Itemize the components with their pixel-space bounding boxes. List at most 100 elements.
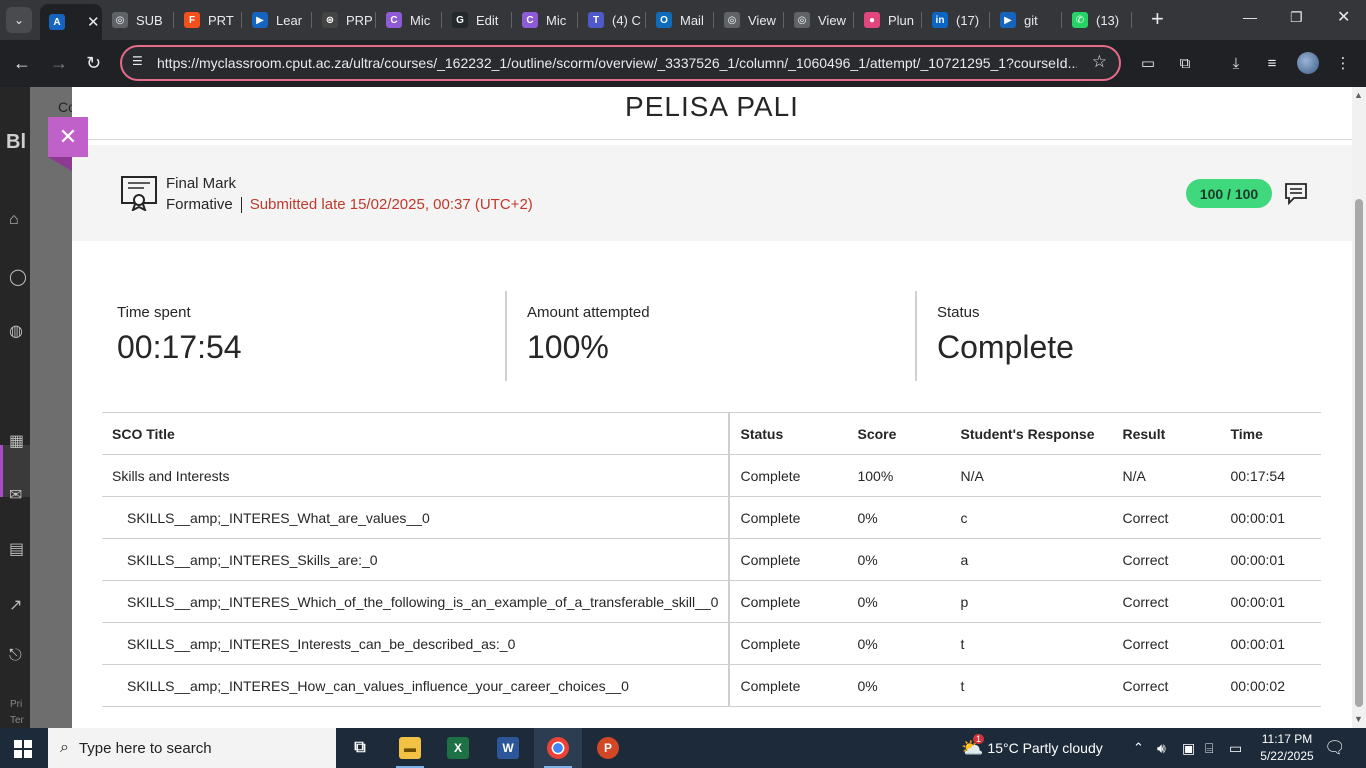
grades-icon[interactable]: ▤ bbox=[9, 539, 29, 559]
table-cell: N/A bbox=[950, 454, 1113, 497]
browser-tab[interactable]: T (4) C bbox=[578, 0, 646, 40]
tab-favicon-icon: A bbox=[49, 14, 65, 30]
new-tab-button[interactable]: + bbox=[1151, 8, 1164, 30]
table-cell: Correct bbox=[1112, 538, 1221, 581]
close-window-icon[interactable]: ✕ bbox=[1337, 7, 1350, 27]
tab-favicon-icon: O bbox=[656, 12, 672, 28]
tab-title: Lear bbox=[276, 12, 303, 28]
task-view-icon[interactable]: ⧉ bbox=[336, 728, 384, 768]
table-header-row: SCO Title Status Score Student's Respons… bbox=[102, 412, 1321, 455]
scrollbar[interactable]: ▲ ▼ bbox=[1352, 87, 1366, 728]
scroll-up-icon[interactable]: ▲ bbox=[1354, 90, 1363, 100]
minimize-icon[interactable]: — bbox=[1243, 9, 1257, 25]
tab-close-icon[interactable]: ✕ bbox=[87, 13, 100, 31]
windows-start-icon[interactable] bbox=[14, 740, 32, 758]
tab-favicon-icon: F bbox=[184, 12, 200, 28]
tools-icon[interactable]: ↗ bbox=[9, 595, 29, 615]
url-text[interactable]: https://myclassroom.cput.ac.za/ultra/cou… bbox=[157, 55, 1077, 71]
browser-tab[interactable]: ◎ View bbox=[714, 0, 784, 40]
tab-title: Mic bbox=[546, 12, 567, 28]
media-control-icon[interactable]: ≡ bbox=[1263, 54, 1281, 72]
browser-tab[interactable]: ▶ Lear bbox=[242, 0, 312, 40]
word-icon[interactable]: W bbox=[484, 728, 532, 768]
browser-tab[interactable]: C Mic bbox=[512, 0, 578, 40]
sco-title-cell: SKILLS__amp;_INTERES_What_are_values__0 bbox=[102, 496, 731, 539]
menu-icon[interactable]: ⋮ bbox=[1334, 54, 1352, 72]
profile-avatar[interactable] bbox=[1297, 52, 1319, 74]
stat-label: Time spent bbox=[117, 304, 191, 321]
extensions-icon[interactable]: ⧉ bbox=[1176, 54, 1194, 72]
restore-icon[interactable]: ❐ bbox=[1290, 9, 1303, 26]
profile-icon[interactable]: ◯ bbox=[9, 267, 29, 287]
scroll-thumb[interactable] bbox=[1355, 199, 1363, 707]
feedback-icon[interactable] bbox=[1284, 181, 1308, 205]
browser-tab[interactable]: ⊛ PRP bbox=[312, 0, 376, 40]
tab-favicon-icon: ● bbox=[864, 12, 880, 28]
calendar-icon[interactable]: ▦ bbox=[9, 431, 29, 451]
attempt-stats: Time spent 00:17:54 Amount attempted 100… bbox=[72, 291, 1352, 381]
table-cell: Complete bbox=[729, 538, 848, 581]
browser-tab[interactable]: C Mic bbox=[376, 0, 442, 40]
messages-icon[interactable]: ✉ bbox=[9, 485, 29, 505]
tab-search-button[interactable]: ⌄ bbox=[6, 7, 32, 33]
clock[interactable]: 11:17 PM 5/22/2025 bbox=[1252, 731, 1322, 765]
browser-tab[interactable]: ● Plun bbox=[854, 0, 922, 40]
close-panel-button[interactable]: ✕ bbox=[48, 117, 88, 171]
browser-tab[interactable]: ◎ View bbox=[784, 0, 854, 40]
download-icon[interactable]: ⤓ bbox=[1227, 54, 1245, 72]
show-hidden-icons[interactable]: ⌃ bbox=[1133, 728, 1144, 768]
stat-divider bbox=[915, 291, 917, 381]
tab-favicon-icon: C bbox=[522, 12, 538, 28]
table-row: SKILLS__amp;_INTERES_Which_of_the_follow… bbox=[102, 580, 1321, 623]
table-cell: 0% bbox=[847, 664, 951, 707]
forward-button[interactable]: → bbox=[50, 53, 68, 73]
powerpoint-icon[interactable]: P bbox=[584, 728, 632, 768]
browser-tab[interactable]: G Edit bbox=[442, 0, 512, 40]
browser-tab[interactable]: F PRT bbox=[174, 0, 242, 40]
privacy-link[interactable]: Pri bbox=[10, 699, 22, 710]
meet-now-icon[interactable]: ▣ bbox=[1182, 728, 1195, 768]
browser-tab[interactable]: ✆ (13) bbox=[1062, 0, 1132, 40]
browser-tab[interactable]: in (17) bbox=[922, 0, 990, 40]
tab-separator bbox=[1131, 12, 1132, 28]
sco-title-cell: SKILLS__amp;_INTERES_Interests_can_be_de… bbox=[102, 622, 731, 665]
taskbar-search[interactable]: ⌕ Type here to search bbox=[48, 728, 336, 768]
table-cell: c bbox=[950, 496, 1113, 539]
tab-title: Plun bbox=[888, 12, 915, 28]
score-badge[interactable]: 100 / 100 bbox=[1186, 179, 1272, 208]
institution-icon[interactable]: ⌂ bbox=[9, 211, 29, 231]
chrome-icon[interactable] bbox=[534, 728, 582, 768]
file-explorer-icon[interactable]: ▬ bbox=[386, 728, 434, 768]
table-row: SKILLS__amp;_INTERES_Skills_are:_0 Comple… bbox=[102, 538, 1321, 581]
bookmark-star-icon[interactable]: ☆ bbox=[1092, 52, 1107, 72]
clock-date: 5/22/2025 bbox=[1260, 749, 1314, 763]
network-icon[interactable]: ⌸ bbox=[1205, 728, 1213, 768]
weather-text: 15°C Partly cloudy bbox=[987, 740, 1103, 756]
battery-icon[interactable]: ▭ bbox=[1229, 728, 1242, 768]
sco-title-cell: SKILLS__amp;_INTERES_Which_of_the_follow… bbox=[102, 580, 731, 623]
tab-favicon-icon: T bbox=[588, 12, 604, 28]
weather-icon: ⛅ 1 bbox=[961, 733, 985, 758]
terms-link[interactable]: Ter bbox=[10, 715, 24, 726]
site-info-icon[interactable]: ☰ bbox=[132, 54, 148, 70]
browser-tab[interactable]: ▶ git bbox=[990, 0, 1062, 40]
cast-icon[interactable]: ▭ bbox=[1139, 54, 1157, 72]
browser-tab[interactable]: ◎ SUB bbox=[102, 0, 174, 40]
weather-widget[interactable]: ⛅ 1 15°C Partly cloudy bbox=[961, 728, 1103, 768]
browser-tab[interactable]: O Mail bbox=[646, 0, 714, 40]
table-cell: 00:00:01 bbox=[1220, 622, 1321, 665]
notifications-icon[interactable]: 🗨︎ bbox=[1324, 728, 1346, 768]
address-bar[interactable]: ☰ https://myclassroom.cput.ac.za/ultra/c… bbox=[120, 45, 1121, 81]
back-button[interactable]: ← bbox=[13, 53, 31, 73]
browser-tab[interactable]: A ✕ bbox=[40, 4, 102, 40]
reload-button[interactable]: ↻ bbox=[86, 53, 101, 73]
grade-meta: Formative Submitted late 15/02/2025, 00:… bbox=[166, 196, 533, 213]
tab-favicon-icon: G bbox=[452, 12, 468, 28]
excel-icon[interactable]: X bbox=[434, 728, 482, 768]
tab-title: View bbox=[748, 12, 776, 28]
activity-icon[interactable]: ◍ bbox=[9, 321, 29, 341]
sign-out-icon[interactable]: ⎋ bbox=[9, 647, 29, 667]
scroll-down-icon[interactable]: ▼ bbox=[1354, 714, 1363, 724]
volume-icon[interactable]: 🔊︎ bbox=[1157, 728, 1166, 768]
stat-value: Complete bbox=[937, 329, 1074, 365]
